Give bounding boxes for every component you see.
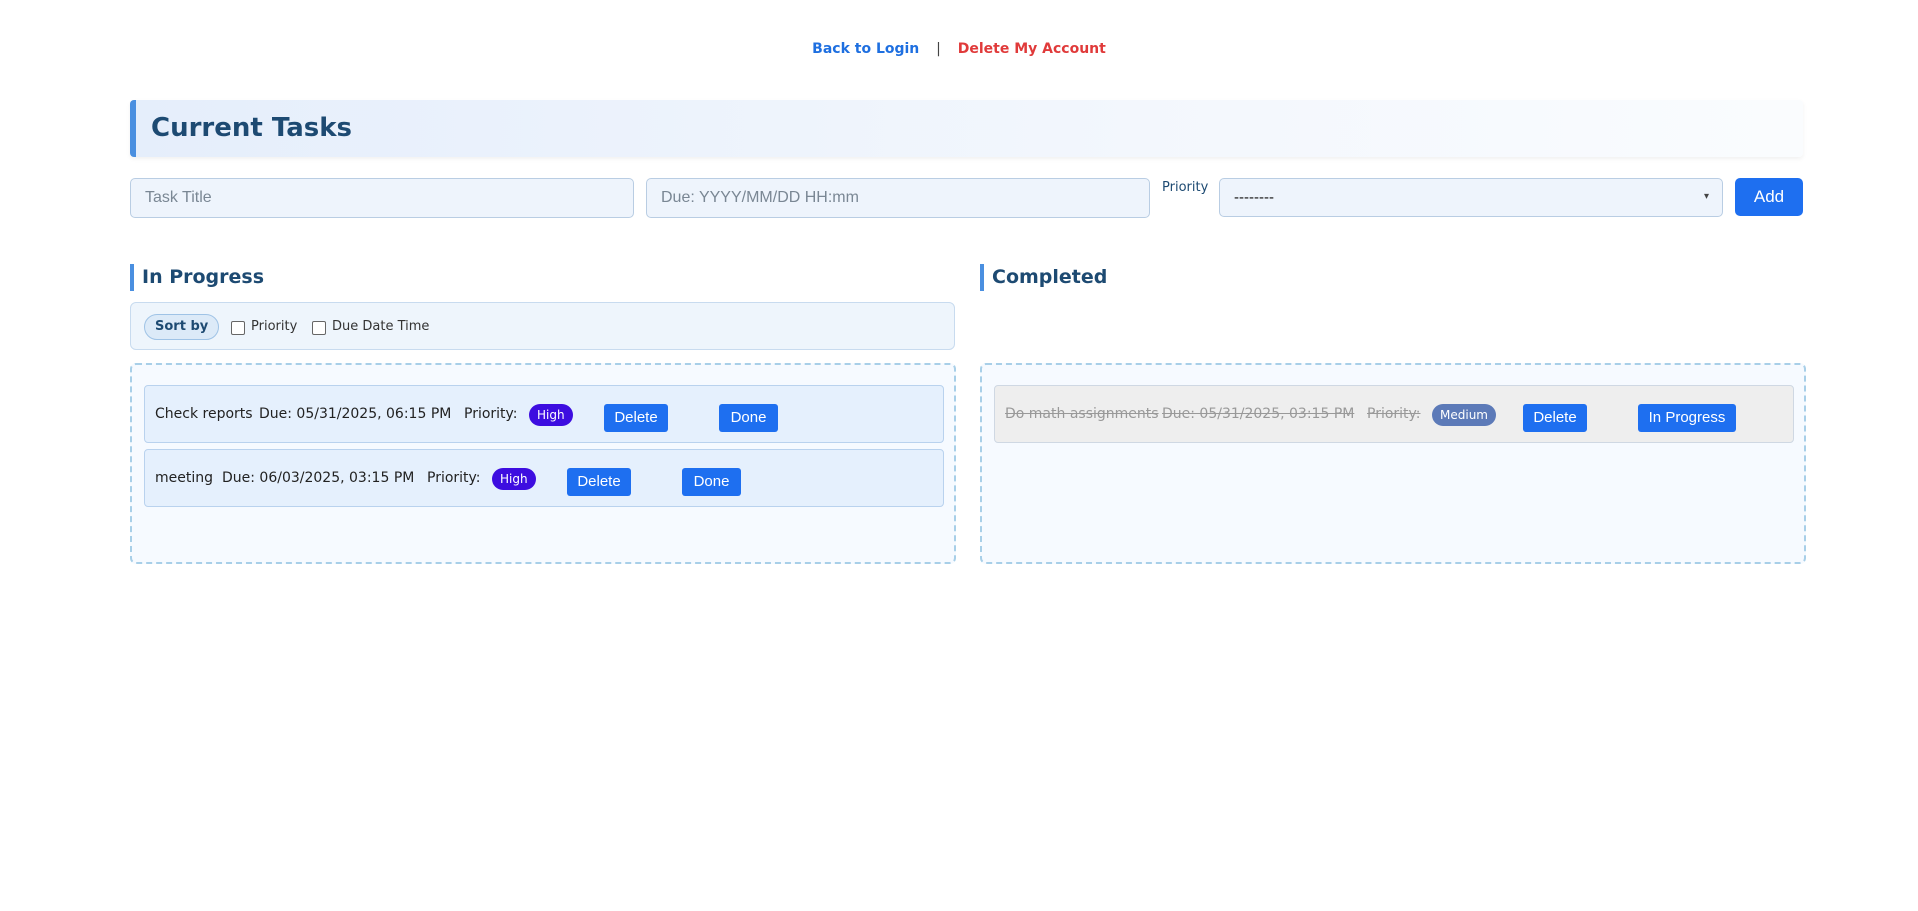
task-item[interactable]: Do math assignments Due: 05/31/2025, 03:…	[994, 385, 1794, 443]
sort-due-checkbox[interactable]	[312, 321, 326, 335]
done-button[interactable]: Done	[719, 404, 778, 432]
priority-badge: High	[529, 404, 573, 426]
task-item[interactable]: meeting Due: 06/03/2025, 03:15 PM Priori…	[144, 449, 944, 507]
delete-button[interactable]: Delete	[604, 404, 668, 432]
task-due: Due: 05/31/2025, 06:15 PM	[259, 406, 452, 422]
priority-badge: High	[492, 468, 536, 490]
task-title: meeting	[155, 470, 214, 486]
in-progress-heading: In Progress	[130, 264, 264, 291]
task-priority-label: Priority:	[1367, 406, 1421, 422]
completed-heading: Completed	[980, 264, 1107, 291]
task-item[interactable]: Check reports Due: 05/31/2025, 06:15 PM …	[144, 385, 944, 443]
delete-button[interactable]: Delete	[1523, 404, 1587, 432]
sort-due-label[interactable]: Due Date Time	[332, 319, 429, 334]
delete-button[interactable]: Delete	[567, 468, 631, 496]
task-due: Due: 06/03/2025, 03:15 PM	[222, 470, 415, 486]
in-progress-button[interactable]: In Progress	[1638, 404, 1736, 432]
page-header: Current Tasks	[130, 100, 1803, 157]
delete-account-link[interactable]: Delete My Account	[958, 41, 1106, 57]
priority-select-value: --------	[1234, 189, 1274, 206]
top-links: Back to Login | Delete My Account	[0, 41, 1918, 57]
in-progress-dropzone[interactable]: Check reports Due: 05/31/2025, 06:15 PM …	[130, 363, 956, 564]
back-to-login-link[interactable]: Back to Login	[812, 41, 919, 57]
done-button[interactable]: Done	[682, 468, 741, 496]
priority-badge: Medium	[1432, 404, 1496, 426]
add-button[interactable]: Add	[1735, 178, 1803, 216]
task-title-input[interactable]: Task Title	[130, 178, 634, 218]
task-title: Do math assignments	[1005, 406, 1159, 422]
sort-by-label: Sort by	[144, 314, 220, 340]
priority-select[interactable]: -------- ▾	[1219, 178, 1723, 217]
task-due: Due: 05/31/2025, 03:15 PM	[1162, 406, 1355, 422]
task-priority-label: Priority:	[427, 470, 481, 486]
task-priority-label: Priority:	[464, 406, 518, 422]
priority-label: Priority	[1162, 180, 1209, 195]
sort-priority-checkbox[interactable]	[231, 321, 245, 335]
sort-priority-label[interactable]: Priority	[251, 319, 297, 334]
completed-dropzone[interactable]: Do math assignments Due: 05/31/2025, 03:…	[980, 363, 1806, 564]
chevron-down-icon: ▾	[1703, 191, 1709, 202]
due-date-input[interactable]: Due: YYYY/MM/DD HH:mm	[646, 178, 1150, 218]
task-title: Check reports	[155, 406, 253, 422]
page-title: Current Tasks	[151, 113, 353, 143]
link-separator: |	[936, 41, 941, 57]
sort-bar: Sort by Priority Due Date Time	[130, 302, 955, 350]
